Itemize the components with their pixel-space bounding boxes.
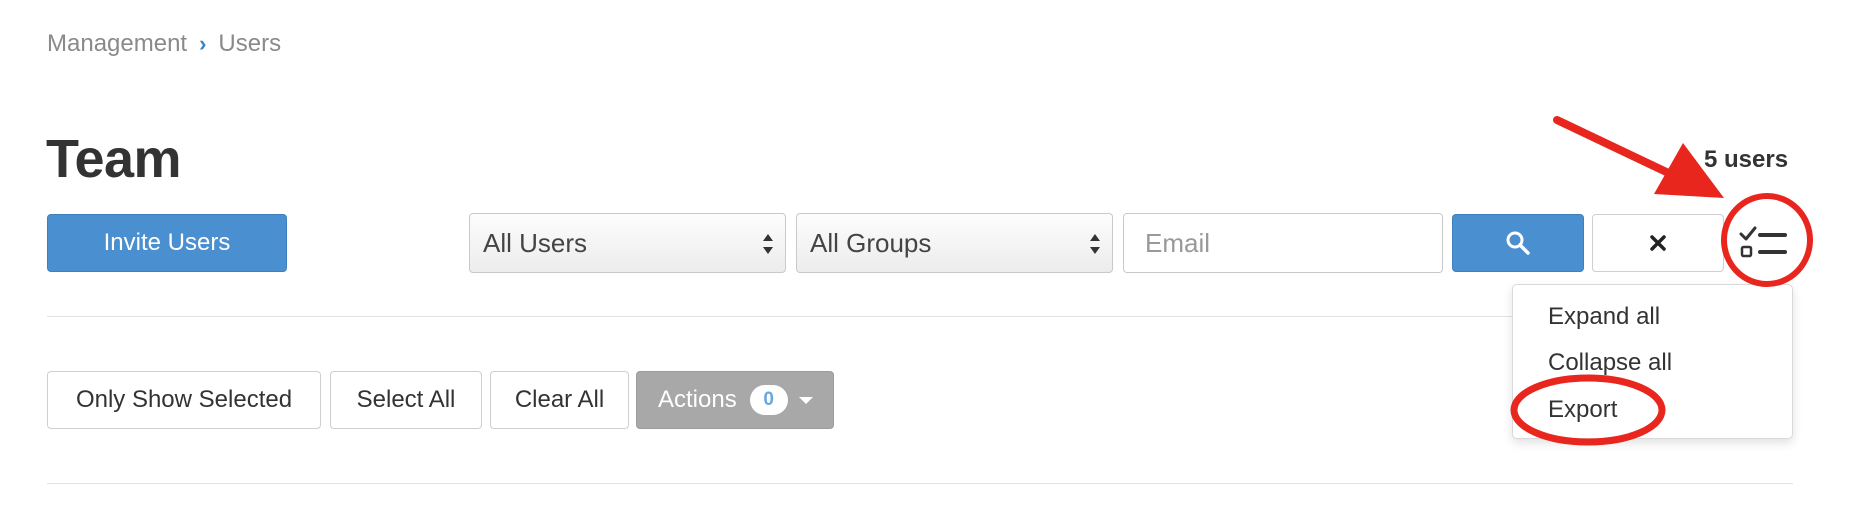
select-arrows-icon [763, 234, 773, 254]
page-title: Team [46, 129, 182, 189]
search-button[interactable] [1452, 214, 1584, 272]
list-options-button[interactable] [1734, 214, 1794, 272]
only-show-selected-button[interactable]: Only Show Selected [47, 371, 321, 429]
breadcrumb: Management › Users [47, 30, 281, 58]
email-field[interactable]: Email [1123, 213, 1443, 273]
select-arrows-icon [1090, 234, 1100, 254]
invite-users-button[interactable]: Invite Users [47, 214, 287, 272]
group-filter-value: All Groups [810, 227, 932, 258]
user-filter-select[interactable]: All Users [469, 213, 786, 273]
clear-filters-button[interactable] [1592, 214, 1724, 272]
list-options-menu: Expand all Collapse all Export [1512, 284, 1793, 439]
annotation-arrow-line [1553, 116, 1683, 182]
caret-down-icon [798, 396, 813, 404]
checklist-icon [1739, 226, 1787, 258]
menu-item-expand-all[interactable]: Expand all [1548, 303, 1660, 331]
user-filter-value: All Users [483, 227, 588, 258]
email-placeholder: Email [1145, 227, 1211, 258]
close-icon [1650, 235, 1666, 251]
user-count: 5 users [1704, 146, 1789, 173]
search-icon [1506, 231, 1530, 255]
breadcrumb-current: Users [218, 30, 282, 57]
actions-count-badge: 0 [749, 385, 788, 415]
clear-all-button[interactable]: Clear All [490, 371, 629, 429]
menu-item-export[interactable]: Export [1548, 396, 1617, 424]
divider [47, 483, 1793, 484]
breadcrumb-management-link[interactable]: Management [47, 30, 187, 58]
chevron-right-icon: › [199, 31, 207, 56]
actions-dropdown-button[interactable]: Actions 0 [636, 371, 834, 429]
group-filter-select[interactable]: All Groups [796, 213, 1113, 273]
menu-item-collapse-all[interactable]: Collapse all [1548, 349, 1672, 377]
actions-label: Actions [658, 386, 737, 413]
select-all-button[interactable]: Select All [330, 371, 482, 429]
